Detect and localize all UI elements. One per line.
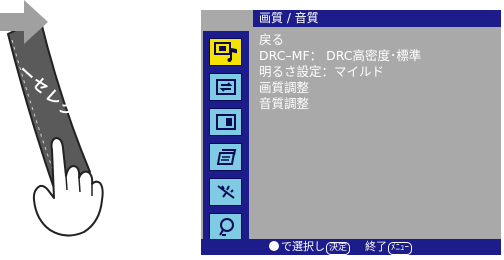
menu-item-sound-adjust[interactable]: 音質調整 (259, 96, 421, 112)
right-arrow-icon (0, 0, 48, 44)
enter-key-icon: 決定 (326, 242, 351, 255)
menu-list: 戻る DRC–MF： DRC高密度･標準 明るさ設定：マイルド 画質調整 音質調… (259, 32, 421, 112)
navigation-pad-icon (269, 241, 279, 251)
remote-illustration: ーセレクト (0, 0, 200, 260)
menu-icon-column (203, 31, 249, 246)
menu-item-brightness[interactable]: 明るさ設定：マイルド (259, 64, 421, 80)
menu-footer: で選択し 決定 終了 ﾒﾆｭｰ (201, 239, 501, 255)
screen-mode-icon[interactable] (209, 108, 242, 136)
footer-select-text: で選択し (281, 240, 325, 253)
tv-menu-screen: 画質 / 音質 戻る DRC–MF： DRC高密度･標準 明るさ設定：マイルド … (201, 10, 501, 255)
light-bulb-icon[interactable] (209, 213, 242, 241)
menu-item-drc-mf[interactable]: DRC–MF： DRC高密度･標準 (259, 48, 421, 64)
menu-item-picture-adjust[interactable]: 画質調整 (259, 80, 421, 96)
menu-key-icon: ﾒﾆｭｰ (388, 242, 413, 255)
picture-sound-icon[interactable] (209, 38, 242, 66)
input-select-icon[interactable] (209, 73, 242, 101)
setup-icon[interactable] (209, 143, 242, 171)
antenna-icon[interactable] (209, 178, 242, 206)
footer-exit-text: 終了 (365, 240, 388, 253)
menu-title: 画質 / 音質 (253, 10, 501, 27)
menu-item-back[interactable]: 戻る (259, 32, 421, 48)
